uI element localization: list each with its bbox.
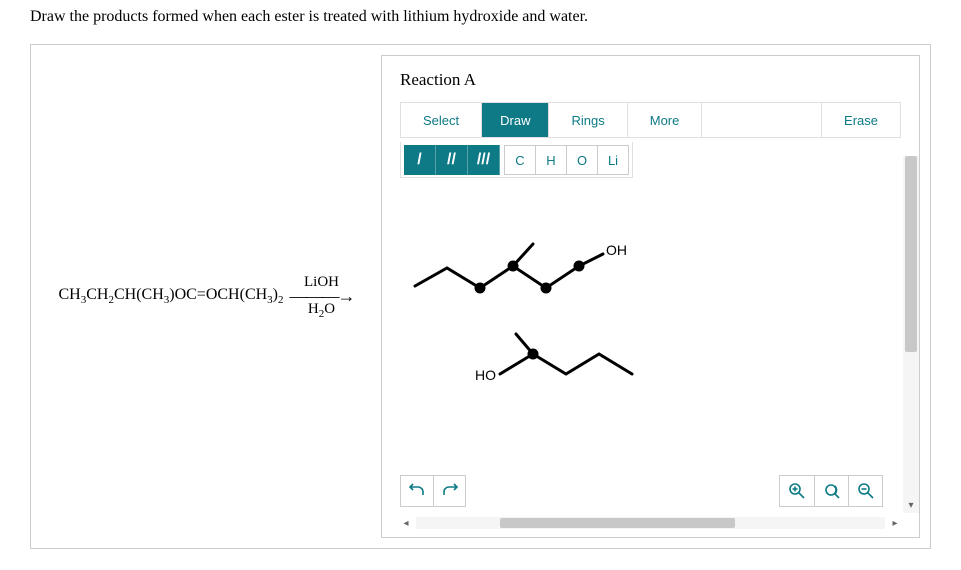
- vertical-scrollbar[interactable]: ▾: [903, 156, 919, 513]
- atom-o-button[interactable]: O: [566, 145, 598, 175]
- oh-label-top: OH: [606, 242, 627, 258]
- zoom-in-button[interactable]: [780, 476, 814, 506]
- undo-icon: [409, 483, 425, 499]
- reagent-bottom: H2O: [308, 301, 335, 320]
- horizontal-scrollbar[interactable]: ◂ ▸: [398, 515, 903, 531]
- zoom-in-icon: [788, 482, 806, 500]
- zoom-out-icon: [857, 482, 875, 500]
- scroll-down-icon[interactable]: ▾: [903, 497, 919, 513]
- atom-h-button[interactable]: H: [535, 145, 567, 175]
- question-prompt: Draw the products formed when each ester…: [30, 8, 931, 26]
- reaction-arrow: LiOH ———→ H2O: [290, 274, 354, 320]
- reaction-equation-panel: CH3CH2CH(CH3)OC=OCH(CH3)2 LiOH ———→ H2O: [31, 45, 381, 548]
- ho-label-bottom: HO: [475, 367, 496, 383]
- molecule-drawing: [400, 186, 880, 446]
- scroll-h-thumb[interactable]: [500, 518, 735, 528]
- toolbar-spacer: [701, 103, 821, 137]
- zoom-out-button[interactable]: [848, 476, 882, 506]
- single-bond-button[interactable]: /: [404, 145, 436, 175]
- scroll-v-thumb[interactable]: [905, 156, 917, 352]
- mode-toolbar: Select Draw Rings More Erase: [400, 102, 901, 138]
- history-group: [400, 475, 466, 507]
- reaction-equation: CH3CH2CH(CH3)OC=OCH(CH3)2 LiOH ———→ H2O: [59, 274, 354, 320]
- erase-mode-button[interactable]: Erase: [821, 103, 900, 137]
- panel-title: Reaction A: [400, 70, 901, 90]
- select-mode-button[interactable]: Select: [401, 103, 481, 137]
- scroll-left-icon[interactable]: ◂: [398, 518, 414, 529]
- reactant-formula: CH3CH2CH(CH3)OC=OCH(CH3)2: [59, 286, 284, 306]
- zoom-fit-button[interactable]: [814, 476, 848, 506]
- undo-button[interactable]: [401, 476, 433, 506]
- zoom-group: [779, 475, 883, 507]
- redo-icon: [442, 483, 458, 499]
- exercise-container: CH3CH2CH(CH3)OC=OCH(CH3)2 LiOH ———→ H2O …: [30, 44, 931, 549]
- atom-c-button[interactable]: C: [504, 145, 536, 175]
- drawing-canvas[interactable]: OH HO: [400, 186, 901, 467]
- atom-li-button[interactable]: Li: [597, 145, 629, 175]
- drawing-editor: Reaction A Select Draw Rings More Erase …: [381, 55, 920, 538]
- scroll-right-icon[interactable]: ▸: [887, 518, 903, 529]
- zoom-fit-icon: [823, 482, 841, 500]
- triple-bond-button[interactable]: ///: [468, 145, 500, 175]
- rings-mode-button[interactable]: Rings: [548, 103, 626, 137]
- more-mode-button[interactable]: More: [627, 103, 702, 137]
- scroll-h-track[interactable]: [416, 517, 885, 529]
- redo-button[interactable]: [433, 476, 465, 506]
- double-bond-button[interactable]: //: [436, 145, 468, 175]
- canvas-footer: [400, 467, 901, 515]
- bond-atom-toolbar: / // /// C H O Li: [400, 142, 633, 178]
- draw-mode-button[interactable]: Draw: [481, 103, 548, 137]
